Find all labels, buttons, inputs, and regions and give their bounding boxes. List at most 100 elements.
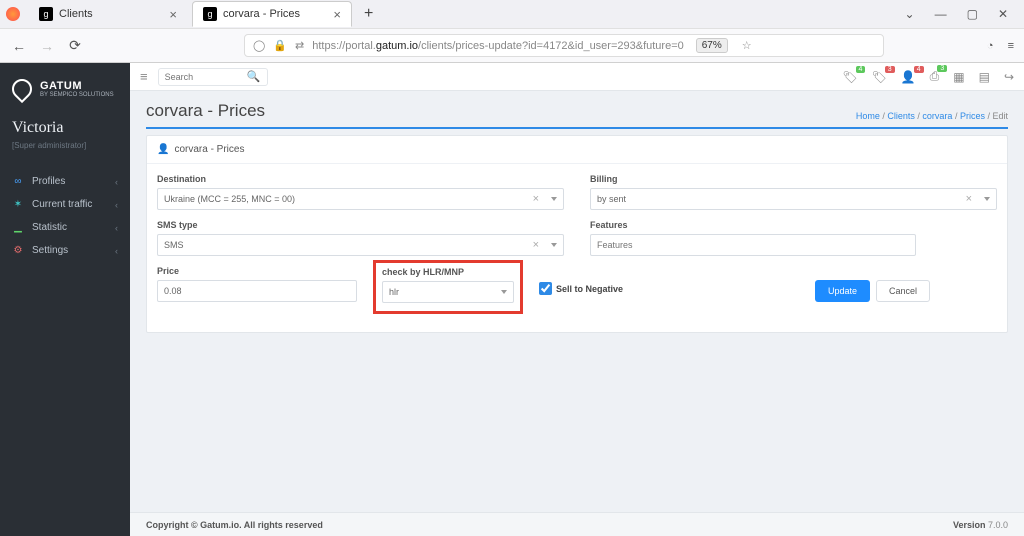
badge: 3 [885,66,895,73]
chevron-left-icon: ‹ [115,200,118,210]
features-input-shell[interactable] [590,234,916,256]
app-menu-icon[interactable]: ≡ [1008,40,1014,52]
sidebar-item-settings[interactable]: ⚙ Settings ‹ [0,239,130,262]
menu-toggle-icon[interactable]: ≡ [140,69,148,84]
breadcrumb: Home / Clients / corvara / Prices / Edit [856,111,1008,121]
search-input[interactable] [165,72,235,82]
features-input[interactable] [597,240,909,250]
divider [146,127,1008,129]
user-icon: 👤 [157,144,169,155]
chevron-down-icon[interactable]: ⌄ [905,7,915,21]
field-features: Features [590,220,997,256]
sidebar-item-statistic[interactable]: ▁ Statistic ‹ [0,216,130,239]
sell-negative-checkbox[interactable] [539,282,552,295]
edit-panel: 👤 corvara - Prices Destination Ukraine (… [146,135,1008,333]
chevron-left-icon: ‹ [115,177,118,187]
address-bar[interactable]: ◯ 🔒 ⇄ https://portal.gatum.io/clients/pr… [244,34,884,57]
chevron-left-icon: ‹ [115,246,118,256]
billing-value: by sent [597,194,966,204]
favicon: g [203,7,217,21]
close-tab-icon[interactable]: × [169,7,177,22]
notif-icon-3[interactable]: 👤4 [901,70,916,84]
features-label: Features [590,220,997,230]
crumb-clients[interactable]: Clients [887,111,915,121]
flag-icon[interactable]: ▤ [979,70,990,84]
destination-select[interactable]: Ukraine (MCC = 255, MNC = 00) × [157,188,564,210]
sidebar: GATUM BY SEMPICO SOLUTIONS Victoria [Sup… [0,63,130,536]
maximize-icon[interactable]: ▢ [967,7,978,21]
field-sell-negative[interactable]: Sell to Negative [539,282,659,295]
brand-logo: GATUM BY SEMPICO SOLUTIONS [0,73,130,113]
shield-icon[interactable]: ◯ [253,39,265,52]
badge: 4 [856,66,866,73]
current-user-role: [Super administrator] [0,141,130,164]
sidebar-item-label: Current traffic [32,199,92,210]
billing-select[interactable]: by sent × [590,188,997,210]
price-input-shell[interactable] [157,280,357,302]
close-window-icon[interactable]: ✕ [998,7,1008,21]
notif-icon-1[interactable]: 🏷4 [842,70,857,84]
destination-label: Destination [157,174,564,184]
check-hlr-label: check by HLR/MNP [382,267,514,277]
badge: 3 [937,65,947,72]
pocket-icon[interactable]: ◔ [987,40,994,52]
footer-copyright: Copyright © Gatum.io. All rights reserve… [146,520,323,530]
price-input[interactable] [164,286,350,296]
search-icon[interactable]: 🔍 [247,70,261,83]
clear-icon[interactable]: × [533,239,539,251]
sidebar-item-label: Settings [32,245,68,256]
search-field[interactable]: 🔍 [158,68,268,86]
browser-tab-clients[interactable]: g Clients × [28,1,188,27]
favicon: g [39,7,53,21]
field-billing: Billing by sent × [590,174,997,210]
tab-title: corvara - Prices [223,8,300,20]
crumb-home[interactable]: Home [856,111,880,121]
sidebar-item-current-traffic[interactable]: ✶Current traffic‹ [0,193,130,216]
clear-icon[interactable]: × [966,193,972,205]
smstype-label: SMS type [157,220,564,230]
notif-icon-2[interactable]: 🏷3 [871,70,886,84]
brand-subtitle: BY SEMPICO SOLUTIONS [40,92,114,98]
link-icon: ∞ [12,176,24,187]
new-tab-button[interactable]: + [356,5,381,23]
check-hlr-select[interactable]: hlr [382,281,514,303]
field-price: Price [157,266,357,302]
zoom-badge[interactable]: 67% [696,38,728,53]
close-tab-icon[interactable]: × [333,7,341,22]
check-hlr-value: hlr [389,287,495,297]
tab-title: Clients [59,8,93,20]
minimize-icon[interactable]: — [935,7,947,21]
clear-icon[interactable]: × [533,193,539,205]
smstype-select[interactable]: SMS × [157,234,564,256]
panel-header: 👤 corvara - Prices [147,136,1007,164]
current-user: Victoria [0,113,130,141]
toggle-icon[interactable]: ⇄ [295,39,304,52]
field-check-hlr: check by HLR/MNP hlr [382,267,514,303]
bookmark-star-icon[interactable]: ☆ [742,39,752,52]
crumb-current: Edit [992,111,1008,121]
crumb-prices[interactable]: Prices [960,111,985,121]
back-icon[interactable]: ← [10,38,28,54]
browser-tab-corvara[interactable]: g corvara - Prices × [192,1,352,27]
sidebar-item-label: Statistic [32,222,67,233]
logo-icon [8,75,36,103]
reload-icon[interactable]: ⟳ [66,37,84,54]
sidebar-item-profiles[interactable]: ∞Profiles‹ [0,170,130,193]
update-button[interactable]: Update [815,280,870,302]
chevron-left-icon: ‹ [115,223,118,233]
version-number: 7.0.0 [988,520,1008,530]
chart-icon: ▁ [12,222,24,233]
forward-icon: → [38,38,56,54]
crumb-corvara[interactable]: corvara [922,111,952,121]
grid-icon[interactable]: ▦ [953,70,964,84]
notif-icon-4[interactable]: ⎙3 [930,69,940,84]
field-smstype: SMS type SMS × [157,220,564,256]
logout-icon[interactable]: ↪ [1004,70,1014,84]
version-label: Version [953,520,988,530]
page-title: corvara - Prices [146,101,265,121]
cancel-button[interactable]: Cancel [876,280,930,302]
lock-icon[interactable]: 🔒 [273,39,287,52]
smstype-value: SMS [164,240,533,250]
gear-icon: ⚙ [12,245,24,256]
billing-label: Billing [590,174,997,184]
